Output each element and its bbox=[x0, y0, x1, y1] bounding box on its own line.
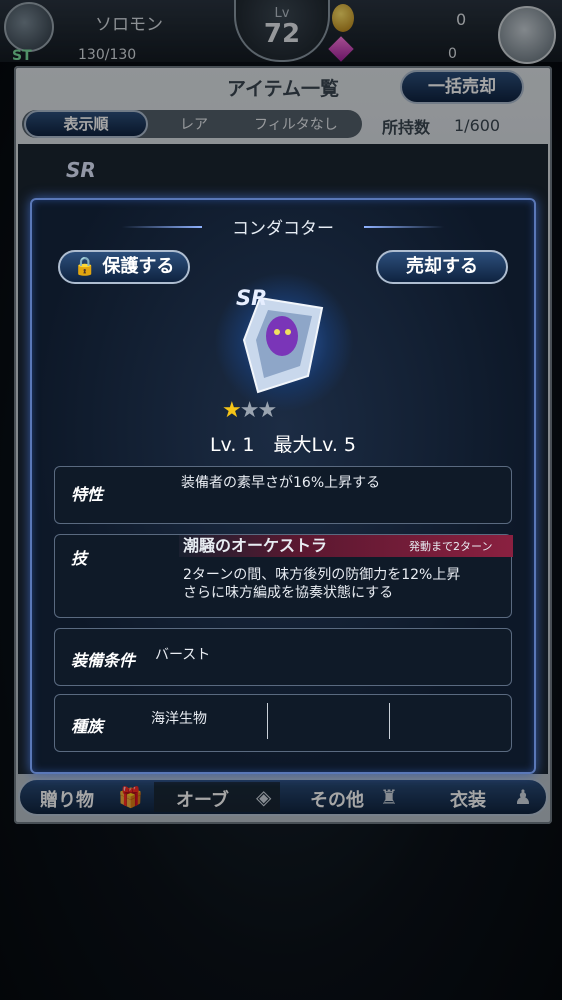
trait-box: 特性 装備者の素早さが16%上昇する bbox=[54, 466, 512, 524]
skill-name: 潮騒のオーケストラ bbox=[183, 536, 328, 555]
skill-label: 技 bbox=[71, 549, 88, 568]
lock-icon: 🔒 bbox=[73, 256, 97, 277]
star-rating: ★★★ bbox=[222, 398, 277, 423]
skill-description-line1: 2ターンの間、味方後列の防御力を12%上昇 bbox=[183, 567, 461, 583]
equip-condition-value: バースト bbox=[155, 647, 211, 663]
star-empty-icon: ★ bbox=[257, 398, 277, 423]
equip-condition-label: 装備条件 bbox=[71, 651, 136, 670]
skill-box: 技 潮騒のオーケストラ 発動まで2ターン 2ターンの間、味方後列の防御力を12%… bbox=[54, 534, 513, 618]
equip-condition-box: 装備条件 バースト bbox=[54, 628, 512, 686]
item-detail-modal: コンダコター 🔒 保護する 売却する SR ★★★ Lv. 1 最大Lv. 5 … bbox=[30, 198, 536, 774]
star-empty-icon: ★ bbox=[239, 398, 260, 423]
trait-label: 特性 bbox=[71, 485, 104, 504]
race-divider bbox=[389, 703, 390, 739]
item-rarity: SR bbox=[236, 286, 268, 310]
item-name: コンダコター bbox=[232, 219, 334, 239]
race-label: 種族 bbox=[71, 717, 104, 736]
skill-cooldown: 発動まで2ターン bbox=[409, 540, 493, 553]
item-level: Lv. 1 最大Lv. 5 bbox=[209, 434, 357, 456]
race-box: 種族 海洋生物 bbox=[54, 694, 512, 752]
sell-button[interactable]: 売却する bbox=[376, 250, 508, 284]
star-filled-icon: ★ bbox=[222, 398, 242, 423]
skill-description-line2: さらに味方編成を協奏状態にする bbox=[183, 585, 394, 601]
race-value: 海洋生物 bbox=[151, 711, 207, 727]
trait-text: 装備者の素早さが16%上昇する bbox=[181, 475, 381, 491]
protect-label: 保護する bbox=[102, 256, 175, 277]
protect-button[interactable]: 🔒 保護する bbox=[58, 250, 190, 284]
race-divider bbox=[267, 703, 268, 739]
